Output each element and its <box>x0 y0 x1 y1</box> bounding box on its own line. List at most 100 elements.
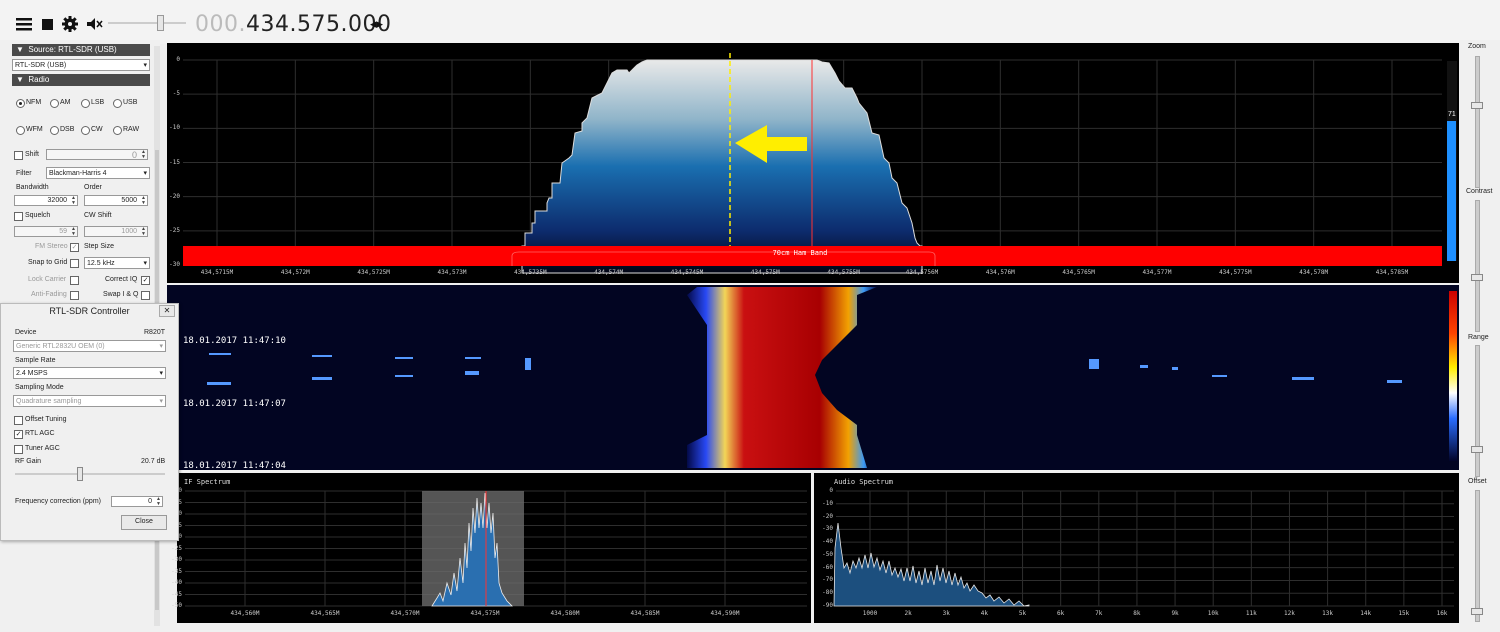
range-slider-thumb[interactable] <box>1471 446 1483 453</box>
sampling-mode-select[interactable]: Quadrature sampling ▾ <box>13 395 166 407</box>
fm-stereo-label: FM Stereo <box>35 243 68 250</box>
source-section-header[interactable]: ▼ Source: RTL-SDR (USB) <box>12 44 150 56</box>
sample-rate-select[interactable]: 2.4 MSPS ▾ <box>13 367 166 379</box>
offset-slider-thumb[interactable] <box>1471 608 1483 615</box>
anti-fading-checkbox[interactable] <box>70 291 79 300</box>
x-tick-label: 434,5745M <box>670 269 704 276</box>
volume-slider[interactable] <box>108 22 186 24</box>
offset-slider[interactable] <box>1475 490 1480 622</box>
mode-wfm-label: WFM <box>26 126 43 133</box>
x-tick-label: 1000 <box>862 610 878 617</box>
mode-wfm-radio[interactable] <box>16 126 25 135</box>
x-tick-label: 434,5765M <box>1062 269 1095 276</box>
audio-spectrum-title: Audio Spectrum <box>834 478 894 486</box>
cw-shift-input[interactable]: 1000 ▲ ▼ <box>84 226 148 237</box>
offset-tuning-checkbox[interactable] <box>14 416 23 425</box>
x-tick-label: 434,574M <box>594 269 624 276</box>
x-tick-label: 434,5735M <box>514 269 547 276</box>
zoom-slider[interactable] <box>1475 56 1480 188</box>
mode-usb-radio[interactable] <box>113 99 122 108</box>
close-button[interactable]: Close <box>121 515 167 530</box>
gear-icon[interactable] <box>60 14 80 34</box>
radio-section-header[interactable]: ▼ Radio <box>12 74 150 86</box>
x-tick-label: 434,573M <box>437 269 467 276</box>
source-select[interactable]: RTL-SDR (USB) ▾ <box>12 59 150 71</box>
rf-gain-value: 20.7 dB <box>141 458 166 465</box>
waterfall-timestamp-top: 18.01.2017 11:47:10 <box>183 336 286 346</box>
if-spectrum-plot[interactable] <box>177 473 811 623</box>
bandwidth-label: Bandwidth <box>16 184 49 191</box>
fm-stereo-checkbox[interactable]: ✓ <box>70 243 79 252</box>
frequency-correction-label: Frequency correction (ppm) <box>15 498 101 505</box>
x-tick-label: 434,570M <box>390 610 420 617</box>
stop-icon[interactable] <box>38 14 58 34</box>
waterfall-plot[interactable] <box>167 285 1459 470</box>
audio-spectrum-panel[interactable]: Audio Spectrum 0 -10 -20 -30 -40 -50 -60 -70 -80… <box>814 473 1459 623</box>
x-tick-label: 434,5785M <box>1375 269 1409 276</box>
bandwidth-input[interactable]: 32000 ▲ ▼ <box>14 195 78 206</box>
range-label: Range <box>1468 334 1489 341</box>
x-tick-label: 9k <box>1171 610 1179 617</box>
x-tick-label: 11k <box>1245 610 1257 617</box>
squelch-checkbox[interactable] <box>14 212 23 221</box>
cw-shift-value: 1000 <box>121 228 137 235</box>
waterfall-signal-trace <box>687 287 877 468</box>
x-tick-label: 5k <box>1018 610 1027 617</box>
step-size-select[interactable]: 12.5 kHz ▾ <box>84 257 150 269</box>
waterfall-timestamp-middle: 18.01.2017 11:47:07 <box>183 399 286 409</box>
frequency-display[interactable]: 000.434.575.000 <box>195 12 391 37</box>
x-tick-label: 434,5725M <box>357 269 390 276</box>
menu-icon[interactable] <box>14 14 34 34</box>
x-tick-label: 434,576M <box>985 269 1015 276</box>
volume-slider-thumb[interactable] <box>157 15 164 31</box>
zoom-label: Zoom <box>1468 43 1486 50</box>
y-tick-label: -25 <box>169 226 180 234</box>
spectrum-panel[interactable]: 0 -5 -10 -15 -20 -25 -30 434,5715M 434,572M 434,… <box>167 43 1459 283</box>
lock-carrier-checkbox[interactable] <box>70 276 79 285</box>
mode-dsb-label: DSB <box>60 126 75 133</box>
swap-iq-checkbox[interactable] <box>141 291 150 300</box>
frequency-step-arrows-icon[interactable]: ◂▸ <box>370 16 383 32</box>
rf-gain-slider[interactable] <box>15 473 165 475</box>
rtl-agc-checkbox[interactable]: ✓ <box>14 430 23 439</box>
contrast-slider[interactable] <box>1475 200 1480 332</box>
device-label: Device <box>15 329 37 336</box>
mode-nfm-radio[interactable] <box>16 99 25 108</box>
device-tuner: R820T <box>144 329 166 336</box>
x-tick-label: 10k <box>1207 610 1219 617</box>
mode-lsb-radio[interactable] <box>81 99 90 108</box>
dialog-title: RTL-SDR Controller <box>49 306 130 316</box>
mode-raw-radio[interactable] <box>113 126 122 135</box>
correct-iq-checkbox[interactable]: ✓ <box>141 276 150 285</box>
contrast-slider-thumb[interactable] <box>1471 274 1483 281</box>
y-tick-label: -40 <box>822 538 833 546</box>
rf-gain-slider-thumb[interactable] <box>77 467 83 481</box>
y-tick-label: 0 <box>829 487 833 494</box>
if-spectrum-panel[interactable]: IF Spectrum 0-5-10-15-20-25-30-35-40-45-… <box>171 473 811 623</box>
mode-am-radio[interactable] <box>50 99 59 108</box>
frequency-correction-input[interactable]: 0 ▲ ▼ <box>111 496 163 507</box>
y-tick-label: -10 <box>822 499 833 507</box>
mode-dsb-radio[interactable] <box>50 126 59 135</box>
toolbar: 000.434.575.000 ◂▸ <box>0 0 1500 44</box>
y-tick-label: -60 <box>822 563 833 571</box>
mute-icon[interactable] <box>84 14 104 34</box>
spectrum-plot[interactable] <box>167 43 1459 283</box>
dialog-close-icon[interactable]: ✕ <box>159 305 175 317</box>
snap-to-grid-label: Snap to Grid <box>28 259 68 266</box>
mode-cw-radio[interactable] <box>81 126 90 135</box>
device-select[interactable]: Generic RTL2832U OEM (0) ▾ <box>13 340 166 352</box>
squelch-input[interactable]: 59 ▲ ▼ <box>14 226 78 237</box>
snap-to-grid-checkbox[interactable] <box>70 259 79 268</box>
order-input[interactable]: 5000 ▲ ▼ <box>84 195 148 206</box>
tuner-agc-checkbox[interactable] <box>14 445 23 454</box>
range-slider[interactable] <box>1475 345 1480 477</box>
waterfall-panel[interactable]: 18.01.2017 11:47:10 18.01.2017 11:47:07 … <box>167 285 1459 471</box>
zoom-slider-thumb[interactable] <box>1471 102 1483 109</box>
offset-label: Offset <box>1468 478 1487 485</box>
audio-spectrum-plot[interactable] <box>814 473 1459 623</box>
shift-input[interactable]: 0 ▲ ▼ <box>46 149 148 160</box>
shift-checkbox[interactable] <box>14 151 23 160</box>
filter-select[interactable]: Blackman-Harris 4 ▾ <box>46 167 150 179</box>
y-tick-label: -25 <box>171 544 182 552</box>
